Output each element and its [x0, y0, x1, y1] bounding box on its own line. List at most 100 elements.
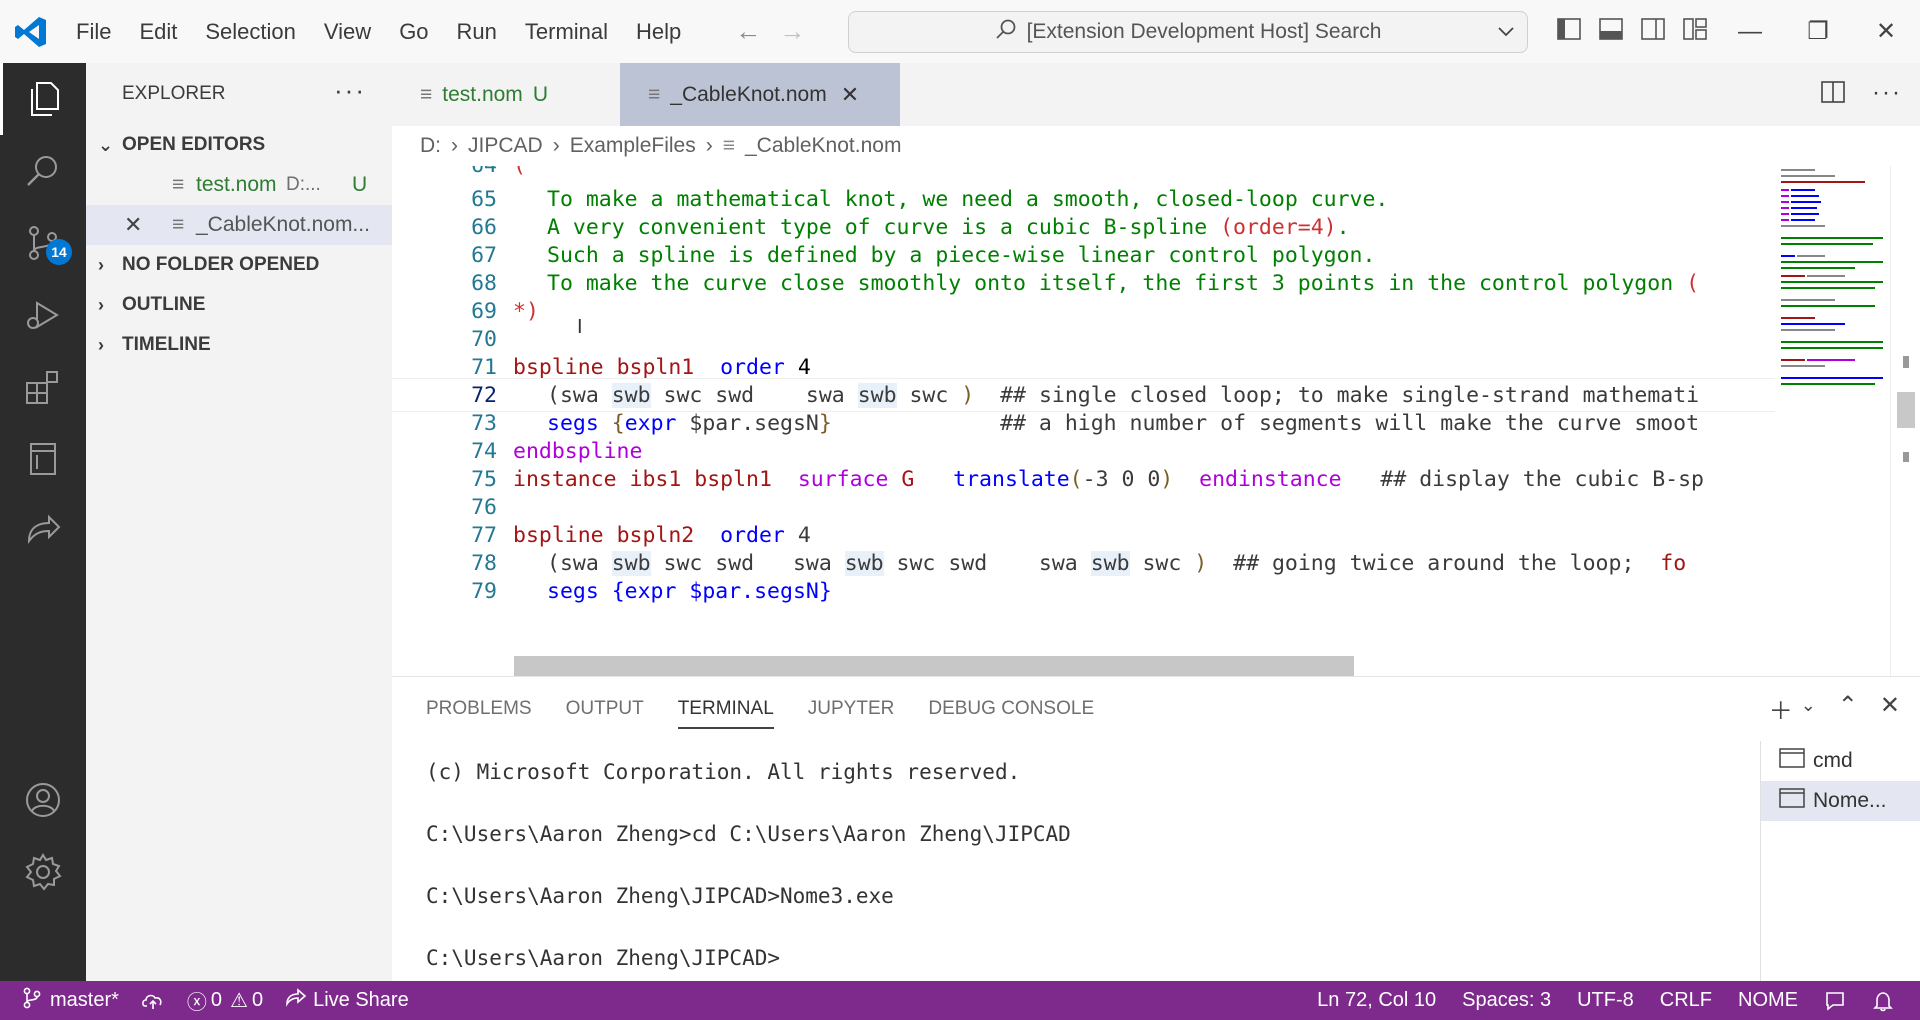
breadcrumb-drive[interactable]: D: [420, 134, 441, 158]
chevron-down-icon[interactable] [1495, 20, 1517, 48]
notebook-icon[interactable] [0, 423, 86, 495]
breadcrumb-file[interactable]: _CableKnot.nom [745, 134, 901, 158]
run-debug-icon[interactable] [0, 279, 86, 351]
breadcrumb-folder[interactable]: JIPCAD [468, 134, 543, 158]
timeline-label: TIMELINE [122, 334, 211, 355]
scrollbar-thumb[interactable] [1897, 392, 1915, 428]
code-editor[interactable]: 64 ( 65 To make a mathematical knot, we … [392, 166, 1775, 676]
tab-cableknot[interactable]: ≡ _CableKnot.nom ✕ [620, 63, 900, 126]
menu-go[interactable]: Go [385, 19, 442, 45]
tab-output[interactable]: OUTPUT [566, 677, 644, 741]
branch-indicator[interactable]: master* [22, 987, 119, 1015]
open-editor-cableknot[interactable]: ✕ ≡ _CableKnot.nom... [86, 205, 392, 245]
menu-edit[interactable]: Edit [125, 19, 191, 45]
close-panel-icon[interactable]: ✕ [1880, 691, 1900, 726]
layout-controls [1556, 16, 1708, 48]
forward-arrow-icon[interactable]: → [779, 16, 805, 47]
menu-terminal[interactable]: Terminal [511, 19, 622, 45]
cursor-position[interactable]: Ln 72, Col 10 [1317, 989, 1436, 1012]
toggle-primary-sidebar-icon[interactable] [1556, 16, 1582, 48]
language-mode[interactable]: NOME [1738, 989, 1798, 1012]
code-text: A very convenient type of curve is a cub… [547, 214, 1350, 240]
horizontal-scrollbar[interactable] [514, 656, 1354, 676]
indentation[interactable]: Spaces: 3 [1462, 989, 1551, 1012]
close-window-icon[interactable]: ✕ [1852, 0, 1920, 63]
untracked-badge: U [352, 173, 368, 196]
close-icon[interactable]: ✕ [841, 82, 859, 108]
settings-gear-icon[interactable] [0, 836, 86, 908]
customize-layout-icon[interactable] [1682, 16, 1708, 48]
timeline-section[interactable]: › TIMELINE [86, 325, 392, 365]
accounts-icon[interactable] [0, 764, 86, 836]
file-lines-icon: ≡ [420, 82, 433, 106]
open-editors-section[interactable]: ⌄ OPEN EDITORS [86, 125, 392, 165]
menu-help[interactable]: Help [622, 19, 695, 45]
line-number: 69 [471, 298, 497, 324]
breadcrumb: D: › JIPCAD › ExampleFiles › ≡ _CableKno… [392, 126, 1920, 166]
sync-icon[interactable] [141, 991, 165, 1011]
menu-file[interactable]: File [62, 19, 125, 45]
tab-problems[interactable]: PROBLEMS [426, 677, 532, 741]
menu-bar: File Edit Selection View Go Run Terminal… [62, 0, 695, 63]
search-activity-icon[interactable] [0, 135, 86, 207]
tab-terminal[interactable]: TERMINAL [677, 677, 774, 741]
toggle-secondary-sidebar-icon[interactable] [1640, 16, 1666, 48]
code-text: instance ibs1 bspln1 surface G translate… [513, 466, 1704, 492]
outline-section[interactable]: › OUTLINE [86, 285, 392, 325]
vertical-scrollbar[interactable] [1890, 166, 1920, 676]
live-share-status[interactable]: Live Share [285, 987, 409, 1014]
open-editor-test-nom[interactable]: ≡ test.nom D:... U [86, 165, 392, 205]
no-folder-section[interactable]: › NO FOLDER OPENED [86, 245, 392, 285]
chevron-right-icon: › [98, 254, 104, 275]
terminal-item-cmd[interactable]: cmd [1761, 741, 1920, 781]
more-actions-icon[interactable]: ··· [1872, 79, 1902, 111]
line-number: 67 [471, 242, 497, 268]
extensions-icon[interactable] [0, 351, 86, 423]
breadcrumb-subfolder[interactable]: ExampleFiles [570, 134, 696, 158]
feedback-icon[interactable] [1824, 990, 1846, 1012]
tab-label: _CableKnot.nom [670, 82, 827, 106]
restore-icon[interactable]: ❐ [1784, 0, 1852, 63]
line-number: 64 [392, 166, 497, 178]
split-editor-icon[interactable] [1820, 79, 1846, 111]
notifications-bell-icon[interactable] [1872, 990, 1894, 1012]
tab-debug-console[interactable]: DEBUG CONSOLE [928, 677, 1094, 741]
tab-jupyter[interactable]: JUPYTER [808, 677, 895, 741]
menu-run[interactable]: Run [443, 19, 511, 45]
line-number: 68 [471, 270, 497, 296]
encoding[interactable]: UTF-8 [1577, 989, 1634, 1012]
line-number: 74 [471, 438, 497, 464]
minimize-icon[interactable]: — [1716, 0, 1784, 63]
untracked-badge: U [532, 82, 548, 106]
close-icon[interactable]: ✕ [124, 212, 142, 238]
problems-indicator[interactable]: ⓧ 0 ⚠ 0 [187, 986, 263, 1015]
more-actions-icon[interactable]: ··· [334, 75, 366, 106]
explorer-icon[interactable] [0, 63, 86, 135]
error-count: 0 [210, 989, 223, 1011]
code-text: (swa swb swc swd swa swb swc ) ## single… [547, 382, 1700, 408]
maximize-panel-icon[interactable]: ⌃ [1838, 691, 1858, 726]
search-icon [995, 18, 1017, 46]
terminal-icon [1779, 787, 1805, 815]
toggle-panel-icon[interactable] [1598, 16, 1624, 48]
back-arrow-icon[interactable]: ← [735, 16, 761, 47]
status-bar: master* ⓧ 0 ⚠ 0 Live Share Ln 72, Col 10… [0, 981, 1920, 1020]
terminal-output[interactable]: (c) Microsoft Corporation. All rights re… [426, 741, 1726, 981]
file-lines-icon: ≡ [722, 134, 735, 157]
command-center-search[interactable]: [Extension Development Host] Search [848, 11, 1528, 53]
code-text: bspline bspln2 order 4 [513, 522, 811, 548]
new-terminal-icon[interactable]: ＋ [1769, 691, 1793, 726]
live-share-icon[interactable] [0, 495, 86, 567]
end-of-line[interactable]: CRLF [1660, 989, 1712, 1012]
minimap[interactable] [1775, 166, 1890, 676]
code-text: segs {expr $par.segsN} ## a high number … [547, 410, 1700, 436]
tab-test-nom[interactable]: ≡ test.nom U [392, 63, 620, 126]
terminal-item-nome[interactable]: Nome... [1761, 781, 1920, 821]
code-line: 79 segs {expr $par.segsN} [392, 574, 1775, 608]
source-control-icon[interactable]: 14 [0, 207, 86, 279]
chevron-down-icon[interactable]: ⌄ [1801, 695, 1816, 726]
menu-view[interactable]: View [310, 19, 385, 45]
line-number: 77 [471, 522, 497, 548]
nav-arrows: ← → [735, 16, 805, 47]
menu-selection[interactable]: Selection [191, 19, 310, 45]
